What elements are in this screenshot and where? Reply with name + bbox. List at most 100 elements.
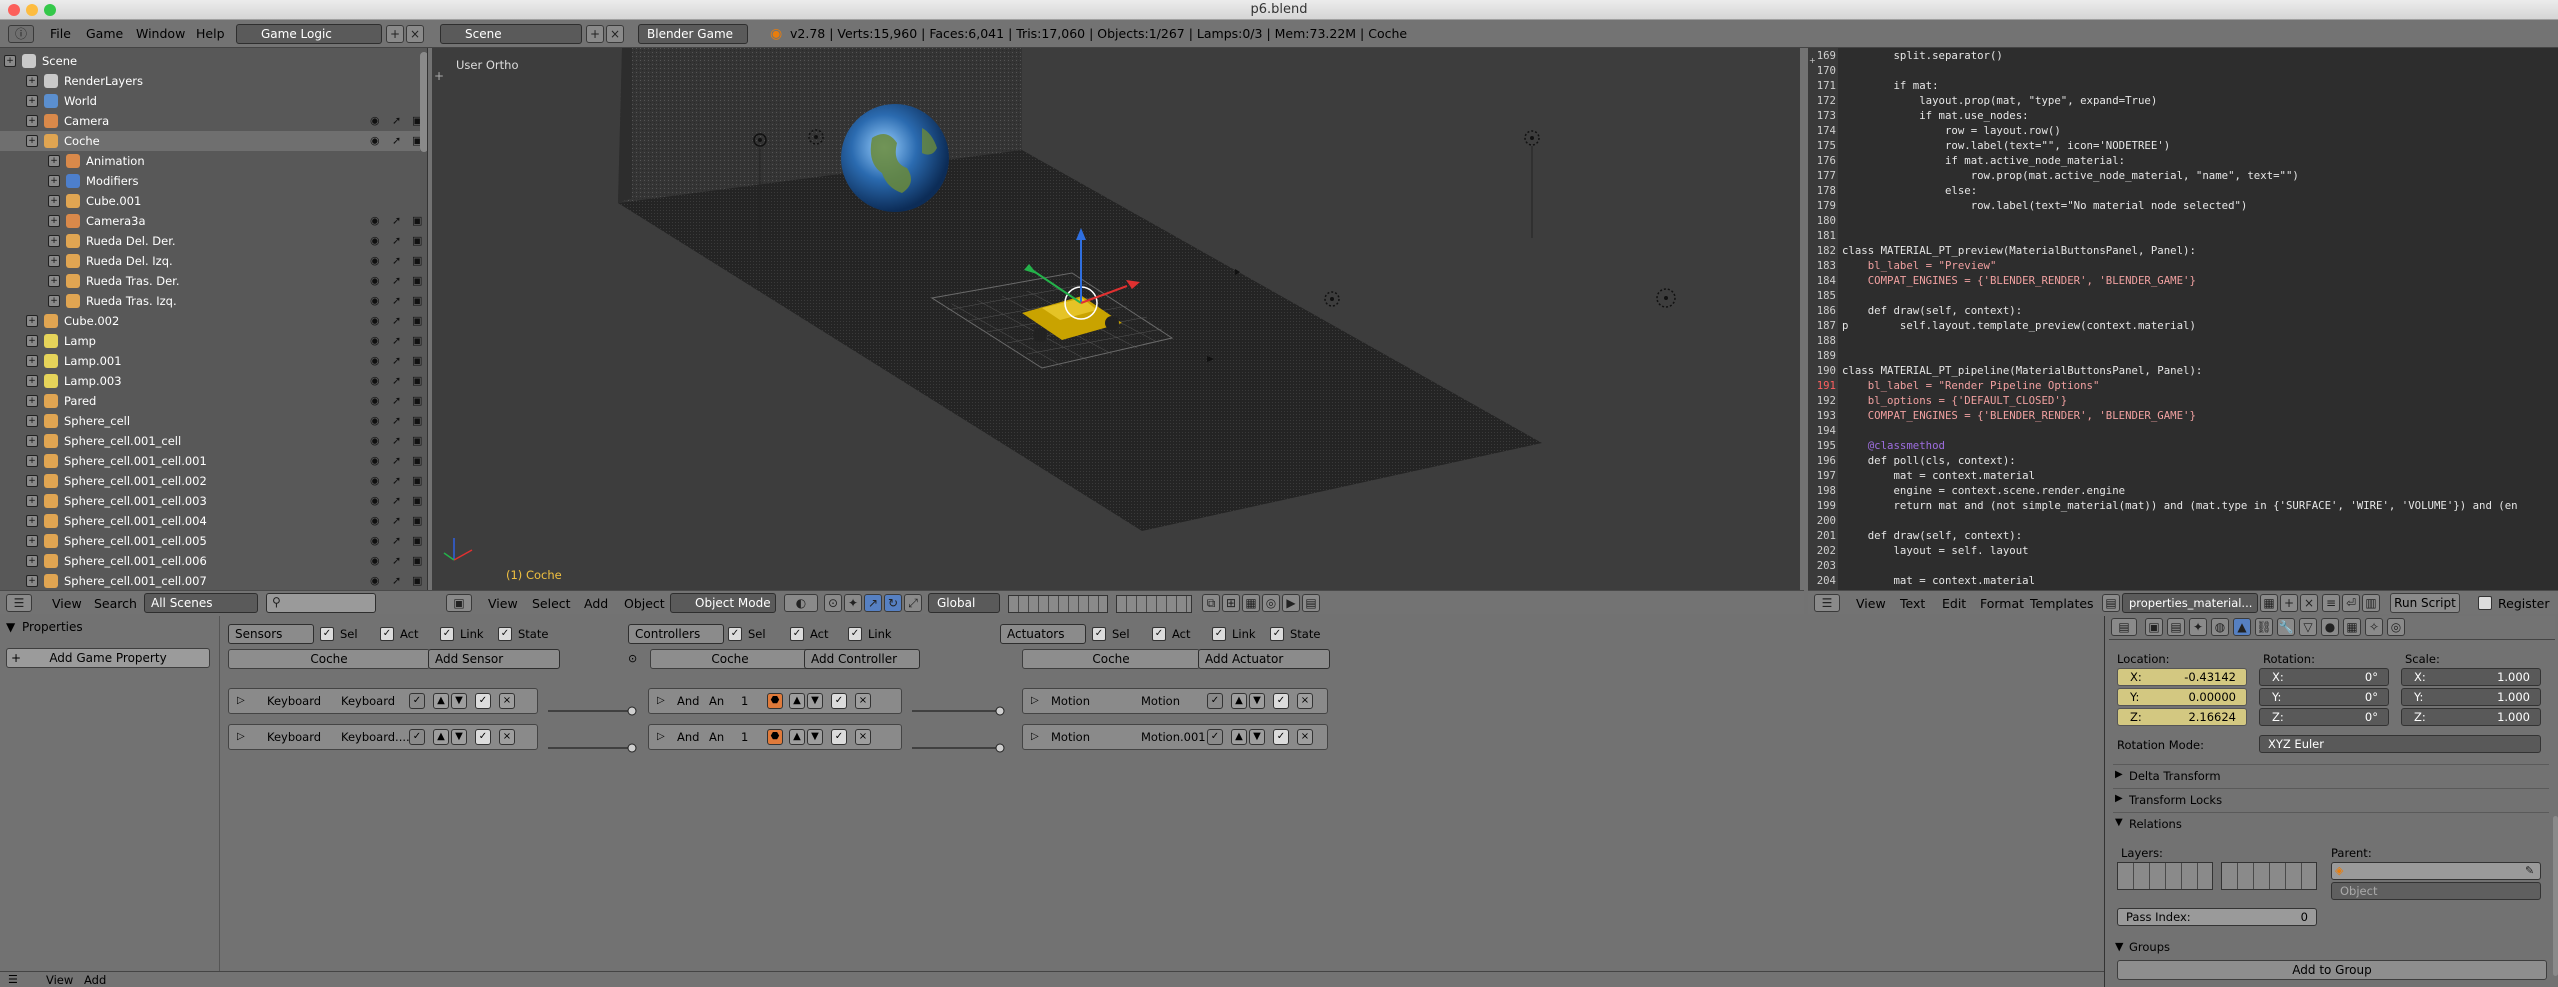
outliner-row[interactable]: + Rueda Del. Der. ◉ ➚ ▣ — [0, 231, 422, 251]
menu-file[interactable]: File — [50, 26, 71, 41]
scene-tab-icon[interactable]: ✦ — [2189, 618, 2207, 636]
render-icon[interactable]: ▣ — [412, 575, 424, 587]
expand-toggle-icon[interactable]: + — [26, 115, 38, 127]
render-icon[interactable]: ▣ — [412, 235, 424, 247]
outliner-row[interactable]: + Sphere_cell.001_cell.002 ◉ ➚ ▣ — [0, 471, 422, 491]
close-window-button[interactable] — [8, 4, 20, 16]
cursor-select-icon[interactable]: ➚ — [392, 395, 404, 407]
brick-expand-icon[interactable]: ▷ — [1031, 731, 1039, 742]
sensors-dropdown[interactable]: Sensors — [228, 624, 314, 644]
editor-type-info-icon[interactable]: ⓘ — [8, 25, 34, 43]
pass-index-field[interactable]: Pass Index: 0 — [2117, 908, 2317, 926]
move-down-icon[interactable]: ▼ — [1249, 729, 1265, 745]
render-icon[interactable]: ▣ — [412, 295, 424, 307]
outliner-row[interactable]: + Camera ◉ ➚ ▣ — [0, 111, 422, 131]
opengl-animation-icon[interactable]: ▤ — [1302, 594, 1320, 612]
remove-screen-button[interactable]: × — [406, 25, 424, 43]
cursor-select-icon[interactable]: ➚ — [392, 475, 404, 487]
eye-icon[interactable]: ◉ — [370, 115, 382, 127]
controllers-dropdown[interactable]: Controllers — [628, 624, 724, 644]
physics-tab-icon[interactable]: ◎ — [2387, 618, 2405, 636]
actuators-sel-checkbox[interactable]: ✓ — [1092, 627, 1106, 641]
eye-icon[interactable]: ◉ — [370, 215, 382, 227]
outliner-row[interactable]: + Sphere_cell.001_cell ◉ ➚ ▣ — [0, 431, 422, 451]
cursor-select-icon[interactable]: ➚ — [392, 295, 404, 307]
minimize-window-button[interactable] — [26, 4, 38, 16]
outliner-search-input[interactable] — [266, 593, 376, 613]
world-tab-icon[interactable]: ◍ — [2211, 618, 2229, 636]
expand-toggle-icon[interactable]: + — [26, 355, 38, 367]
cursor-select-icon[interactable]: ➚ — [392, 375, 404, 387]
panel-toggle-icon[interactable]: ▼ — [2115, 817, 2123, 828]
texture-tab-icon[interactable]: ▦ — [2343, 618, 2361, 636]
menu-window[interactable]: Window — [136, 26, 185, 41]
cursor-select-icon[interactable]: ➚ — [392, 315, 404, 327]
render-icon[interactable]: ▣ — [412, 535, 424, 547]
expand-toggle-icon[interactable]: + — [4, 55, 16, 67]
outliner-row[interactable]: + Sphere_cell.001_cell.006 ◉ ➚ ▣ — [0, 551, 422, 571]
sensor-active-checkbox[interactable]: ✓ — [475, 729, 491, 745]
render-icon[interactable]: ▣ — [412, 275, 424, 287]
eye-icon[interactable]: ◉ — [370, 555, 382, 567]
logic-brick[interactable]: ▷ Keyboard Keyboard.... ✓ ▲ ▼ ✓ × — [228, 724, 538, 750]
cursor-select-icon[interactable]: ➚ — [392, 495, 404, 507]
sensor-pin-icon[interactable]: ✓ — [409, 729, 425, 745]
outliner-row[interactable]: + World — [0, 91, 420, 111]
outliner-row[interactable]: + Rueda Tras. Izq. ◉ ➚ ▣ — [0, 291, 422, 311]
add-actuator-dropdown[interactable]: Add Actuator — [1198, 649, 1330, 669]
panel-header-relations[interactable]: ▼ Relations — [2113, 812, 2549, 834]
eye-icon[interactable]: ◉ — [370, 335, 382, 347]
panel-toggle-icon[interactable]: ▶ — [2115, 793, 2123, 804]
scale-manipulator-icon[interactable]: ⤢ — [904, 594, 922, 612]
location-x-field[interactable]: X: -0.43142 — [2117, 668, 2247, 686]
outliner-row[interactable]: + Sphere_cell.001_cell.001 ◉ ➚ ▣ — [0, 451, 422, 471]
particles-tab-icon[interactable]: ✧ — [2365, 618, 2383, 636]
logic-brick[interactable]: ▷ Motion Motion.001 ✓ ▲ ▼ ✓ × — [1022, 724, 1328, 750]
expand-toggle-icon[interactable]: + — [26, 335, 38, 347]
parent-type-selector[interactable]: Object — [2331, 882, 2541, 900]
outliner-display-mode[interactable]: All Scenes — [144, 593, 258, 613]
expand-toggle-icon[interactable]: + — [48, 175, 60, 187]
remove-actuator-icon[interactable]: × — [1297, 693, 1313, 709]
pivot-point-button[interactable]: ⊙ — [824, 594, 842, 612]
logic-menu-view[interactable]: View — [46, 973, 73, 987]
cursor-select-icon[interactable]: ➚ — [392, 555, 404, 567]
text-datablock-icon[interactable]: ▤ — [2102, 594, 2120, 612]
editor-type-outliner-icon[interactable]: ☰ — [6, 594, 32, 612]
logic-menu-add[interactable]: Add — [84, 973, 106, 987]
outliner-row[interactable]: + Cube.001 — [0, 191, 420, 211]
eye-icon[interactable]: ◉ — [370, 275, 382, 287]
snap-element-icon[interactable]: ▦ — [1242, 594, 1260, 612]
opengl-render-icon[interactable]: ▶ — [1282, 594, 1300, 612]
move-up-icon[interactable]: ▲ — [433, 729, 449, 745]
expand-toggle-icon[interactable]: + — [26, 75, 38, 87]
logic-brick[interactable]: ▷ Motion Motion ✓ ▲ ▼ ✓ × — [1022, 688, 1328, 714]
outliner-row[interactable]: + Scene — [0, 51, 420, 71]
text-menu-edit[interactable]: Edit — [1942, 596, 1966, 611]
expand-toggle-icon[interactable]: + — [26, 495, 38, 507]
cursor-select-icon[interactable]: ➚ — [392, 255, 404, 267]
expand-toggle-icon[interactable]: + — [26, 575, 38, 587]
brick-expand-icon[interactable]: ▷ — [237, 731, 245, 742]
rotation-x-field[interactable]: X: 0° — [2259, 668, 2389, 686]
rotation-z-field[interactable]: Z: 0° — [2259, 708, 2389, 726]
text-menu-format[interactable]: Format — [1980, 596, 2024, 611]
cursor-select-icon[interactable]: ➚ — [392, 415, 404, 427]
text-menu-templates[interactable]: Templates — [2030, 596, 2094, 611]
controllers-sel-checkbox[interactable]: ✓ — [728, 627, 742, 641]
remove-scene-button[interactable]: × — [606, 25, 624, 43]
actuator-active-checkbox[interactable]: ✓ — [1273, 693, 1289, 709]
text-menu-view[interactable]: View — [1856, 596, 1886, 611]
expand-toggle-icon[interactable]: + — [26, 375, 38, 387]
outliner-row[interactable]: + Sphere_cell.001_cell.004 ◉ ➚ ▣ — [0, 511, 422, 531]
logic-editor-type-icon[interactable]: ☰ — [8, 973, 18, 986]
cursor-select-icon[interactable]: ➚ — [392, 135, 404, 147]
expand-toggle-icon[interactable]: + — [26, 535, 38, 547]
eye-icon[interactable]: ◉ — [370, 415, 382, 427]
move-down-icon[interactable]: ▼ — [451, 729, 467, 745]
syntax-highlight-toggle-icon[interactable]: ▥ — [2362, 594, 2380, 612]
groups-toggle-icon[interactable]: ▼ — [2115, 940, 2123, 953]
expand-toggle-icon[interactable]: + — [48, 195, 60, 207]
outliner-row[interactable]: + Sphere_cell.001_cell.007 ◉ ➚ ▣ — [0, 571, 422, 590]
line-numbers-toggle-icon[interactable]: ≡ — [2322, 594, 2340, 612]
